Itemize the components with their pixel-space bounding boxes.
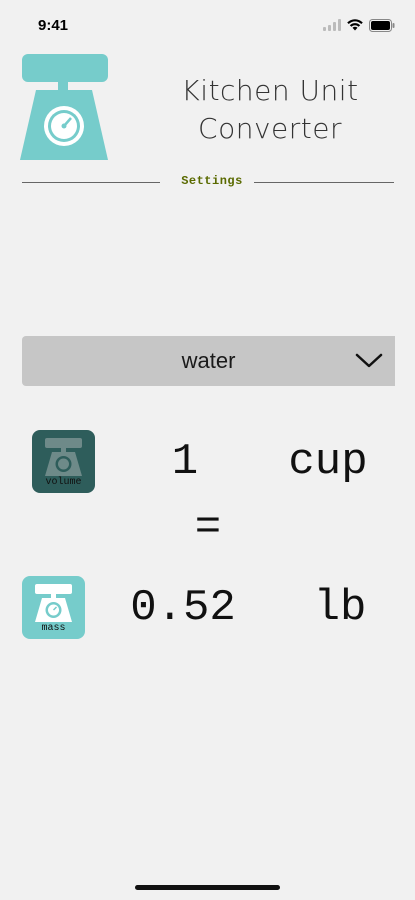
volume-label: volume [45,477,82,488]
to-unit[interactable]: lb [300,583,380,633]
mass-unit-button[interactable]: mass [22,576,85,639]
chevron-down-icon [355,353,383,368]
ingredient-dropdown[interactable]: water [22,336,395,386]
from-quantity[interactable]: 1 [160,437,210,487]
status-time: 9:41 [38,17,69,34]
settings-divider: Settings [22,172,394,192]
signal-icon [323,19,341,31]
kitchen-scale-icon [18,52,110,162]
app-title-line2: Converter [198,112,342,145]
settings-link[interactable]: Settings [167,174,257,188]
to-quantity[interactable]: 0.52 [118,583,248,633]
from-unit[interactable]: cup [278,437,378,487]
app-title-line1: Kitchen Unit [181,74,359,107]
wifi-icon [347,19,363,31]
home-indicator[interactable] [135,885,280,890]
ingredient-selected: water [181,348,236,373]
divider-line [22,182,160,183]
mass-label: mass [41,623,66,634]
status-bar: 9:41 [0,0,415,50]
app-title: Kitchen Unit Converter [160,72,380,148]
divider-line [254,182,394,183]
battery-icon [369,18,395,32]
status-icons [323,18,395,32]
equals-sign: = [194,503,222,553]
volume-unit-button[interactable]: volume [32,430,95,493]
